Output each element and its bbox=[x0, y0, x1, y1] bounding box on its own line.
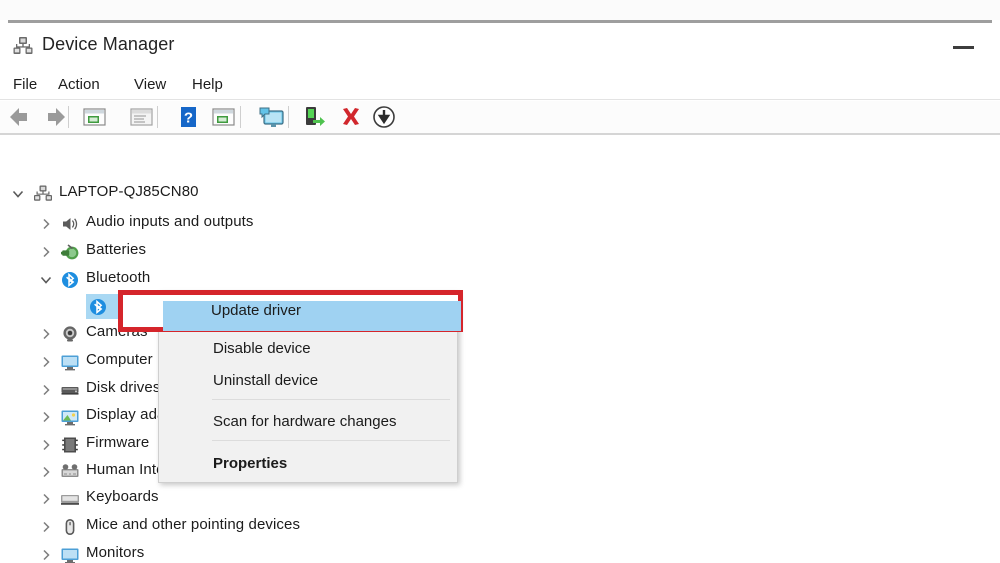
toolbar-divider bbox=[0, 133, 1000, 135]
device-tree[interactable]: LAPTOP-QJ85CN80 Audio inputs and outputs bbox=[0, 136, 1000, 563]
toolbar-separator bbox=[240, 106, 241, 128]
context-menu-item-disable-device[interactable]: Disable device bbox=[160, 333, 457, 364]
context-menu-separator bbox=[212, 440, 450, 441]
bluetooth-icon bbox=[60, 270, 80, 290]
chevron-right-icon[interactable] bbox=[38, 381, 54, 399]
tree-node-hid[interactable]: Human Interface Devices bbox=[0, 459, 1000, 485]
hid-icon bbox=[60, 462, 80, 482]
minimize-button[interactable] bbox=[943, 31, 985, 61]
tree-label-monitors: Monitors bbox=[86, 544, 145, 561]
tree-label-computer: LAPTOP-QJ85CN80 bbox=[59, 183, 199, 200]
forward-arrow-icon[interactable] bbox=[42, 104, 70, 130]
menubar-divider bbox=[0, 99, 1000, 100]
menu-action[interactable]: Action bbox=[53, 74, 105, 95]
tree-node-display-adapters[interactable]: Display adapters bbox=[0, 404, 1000, 430]
chevron-right-icon[interactable] bbox=[38, 408, 54, 426]
mouse-icon bbox=[60, 517, 80, 537]
menu-bar: File Action View Help bbox=[0, 70, 1000, 100]
tree-node-computer[interactable]: LAPTOP-QJ85CN80 bbox=[0, 181, 1000, 207]
tree-node-monitors[interactable]: Monitors bbox=[0, 542, 1000, 563]
monitor-icon bbox=[60, 352, 80, 372]
speaker-icon bbox=[60, 214, 80, 234]
firmware-icon bbox=[60, 435, 80, 455]
tree-label-firmware: Firmware bbox=[86, 434, 150, 451]
scan-hardware-changes-icon[interactable] bbox=[258, 104, 286, 130]
disk-icon bbox=[60, 380, 80, 400]
context-menu-item-properties[interactable]: Properties bbox=[160, 448, 457, 479]
tree-node-firmware[interactable]: Firmware bbox=[0, 432, 1000, 458]
svg-text:?: ? bbox=[184, 110, 193, 127]
chevron-right-icon[interactable] bbox=[38, 546, 54, 563]
app-window: Device Manager File Action View Help ? L… bbox=[0, 23, 1000, 563]
context-menu-separator bbox=[212, 399, 450, 400]
back-arrow-icon[interactable] bbox=[5, 104, 33, 130]
properties-icon[interactable] bbox=[80, 104, 108, 130]
tree-node-audio[interactable]: Audio inputs and outputs bbox=[0, 211, 1000, 237]
toolbar-separator bbox=[157, 106, 158, 128]
chevron-right-icon[interactable] bbox=[38, 325, 54, 343]
update-driver-annotation: Update driver bbox=[118, 290, 463, 332]
menu-view[interactable]: View bbox=[129, 74, 171, 95]
tree-label-bluetooth: Bluetooth bbox=[86, 269, 151, 286]
menu-file[interactable]: File bbox=[8, 74, 42, 95]
tree-node-keyboards[interactable]: Keyboards bbox=[0, 486, 1000, 512]
tree-label-computer-group: Computer bbox=[86, 351, 153, 368]
chevron-right-icon[interactable] bbox=[38, 518, 54, 536]
context-menu-item-update-driver-highlight[interactable] bbox=[163, 301, 461, 331]
context-menu-item-update-driver[interactable]: Update driver bbox=[211, 300, 301, 322]
tree-label-audio: Audio inputs and outputs bbox=[86, 213, 254, 230]
bluetooth-icon bbox=[88, 297, 108, 317]
toolbar: ? bbox=[0, 101, 1000, 134]
chevron-right-icon[interactable] bbox=[38, 490, 54, 508]
tree-node-computer-group[interactable]: Computer bbox=[0, 349, 1000, 375]
tree-node-disk-drives[interactable]: Disk drives bbox=[0, 377, 1000, 403]
tree-label-disk-drives: Disk drives bbox=[86, 379, 161, 396]
toolbar-separator bbox=[288, 106, 289, 128]
update-driver-icon[interactable] bbox=[127, 104, 155, 130]
tree-label-mice: Mice and other pointing devices bbox=[86, 516, 301, 533]
device-manager-icon bbox=[12, 35, 34, 57]
show-hidden-devices-icon[interactable] bbox=[209, 104, 237, 130]
monitor2-icon bbox=[60, 545, 80, 563]
chevron-right-icon[interactable] bbox=[38, 436, 54, 454]
display-icon bbox=[60, 407, 80, 427]
title-bar: Device Manager bbox=[0, 23, 1000, 70]
computer-icon bbox=[33, 184, 53, 204]
add-legacy-hardware-icon[interactable] bbox=[300, 104, 328, 130]
desktop-strip bbox=[0, 0, 1000, 20]
tree-node-batteries[interactable]: Batteries bbox=[0, 239, 1000, 265]
context-menu-item-uninstall-device[interactable]: Uninstall device bbox=[160, 365, 457, 396]
keyboard-icon bbox=[60, 489, 80, 509]
chevron-right-icon[interactable] bbox=[38, 243, 54, 261]
disable-device-icon[interactable] bbox=[370, 104, 398, 130]
tree-node-mice[interactable]: Mice and other pointing devices bbox=[0, 514, 1000, 540]
context-menu-item-scan-hardware[interactable]: Scan for hardware changes bbox=[160, 406, 457, 437]
help-icon[interactable]: ? bbox=[174, 104, 202, 130]
chevron-down-icon[interactable] bbox=[10, 185, 26, 203]
chevron-right-icon[interactable] bbox=[38, 463, 54, 481]
toolbar-separator bbox=[68, 106, 69, 128]
uninstall-device-icon[interactable] bbox=[337, 104, 365, 130]
chevron-right-icon[interactable] bbox=[38, 353, 54, 371]
menu-help[interactable]: Help bbox=[187, 74, 228, 95]
device-manager-window: Device Manager File Action View Help ? L… bbox=[0, 0, 1000, 563]
tree-label-batteries: Batteries bbox=[86, 241, 147, 258]
window-title: Device Manager bbox=[42, 34, 175, 54]
camera-icon bbox=[60, 324, 80, 344]
tree-label-keyboards: Keyboards bbox=[86, 488, 159, 505]
chevron-right-icon[interactable] bbox=[38, 215, 54, 233]
battery-icon bbox=[60, 242, 80, 262]
chevron-down-icon[interactable] bbox=[38, 271, 54, 289]
